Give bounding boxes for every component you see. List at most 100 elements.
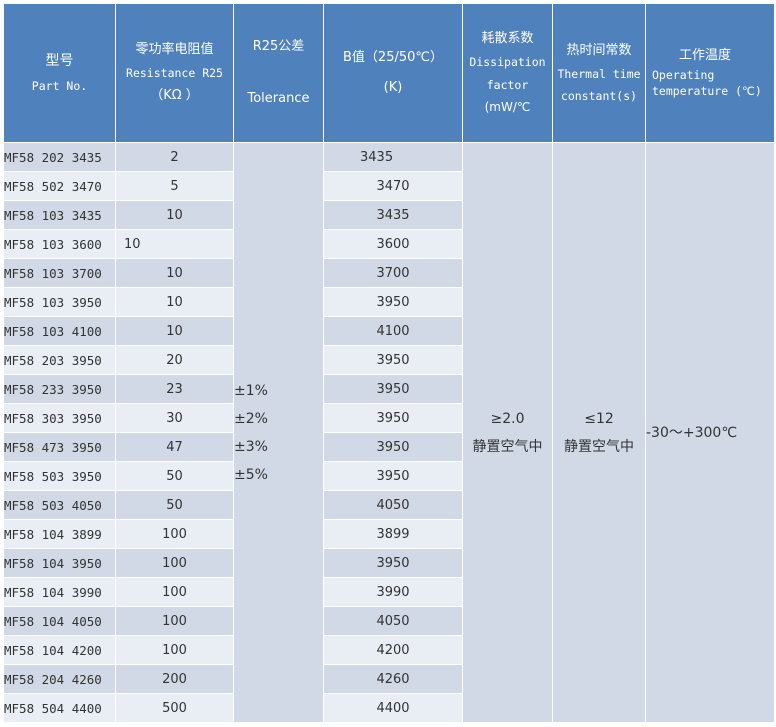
bvalue-cell: 3950 (323, 345, 463, 375)
bvalue-cell: 3435 (323, 200, 463, 230)
bvalue-cell: 4050 (323, 606, 463, 636)
thermal-merged-cell: ≤12 静置空气中 (552, 142, 646, 723)
part-no-cell: MF58 104 3899 (3, 519, 116, 549)
header-resistance: 零功率电阻值 Resistance R25 （KΩ ） (115, 3, 234, 143)
table-row: MF58 202 3435 2 ±1% ±2% ±3% ±5% 3435 ≥2.… (3, 142, 775, 723)
resistance-cell: 10 (115, 287, 234, 317)
resistance-cell: 2 (115, 142, 234, 172)
header-dissipation: 耗散系数 Dissipation factor (mW/℃ (462, 3, 553, 143)
header-operating-en1: Operating (652, 67, 715, 82)
part-no-cell: MF58 103 3950 (3, 287, 116, 317)
resistance-cell: 47 (115, 432, 234, 462)
tolerance-merged-cell: ±1% ±2% ±3% ±5% (233, 142, 324, 723)
resistance-cell: 23 (115, 374, 234, 404)
resistance-cell: 100 (115, 548, 234, 578)
bvalue-cell: 3600 (323, 229, 463, 259)
resistance-cell: 500 (115, 693, 234, 723)
header-dissipation-unit: (mW/℃ (484, 100, 531, 114)
bvalue-text: 3435 (360, 149, 394, 165)
bvalue-cell: 4260 (323, 664, 463, 694)
resistance-cell: 5 (115, 171, 234, 201)
part-no-cell: MF58 204 4260 (3, 664, 116, 694)
operating-merged-cell: -30～+300℃ (645, 142, 775, 723)
bvalue-cell: 3990 (323, 577, 463, 607)
thermal-condition: 静置空气中 (564, 438, 634, 455)
header-operating-en2: temperature (℃) (652, 84, 762, 99)
tolerance-value: ±1% (234, 382, 268, 399)
resistance-cell: 50 (115, 490, 234, 520)
part-no-cell: MF58 233 3950 (3, 374, 116, 404)
header-tolerance-cn: R25公差 (252, 38, 305, 54)
resistance-cell: 100 (115, 577, 234, 607)
bvalue-cell: 4050 (323, 490, 463, 520)
resistance-cell: 100 (115, 635, 234, 665)
dissipation-value: ≥2.0 (490, 410, 525, 427)
resistance-cell: 10 (115, 316, 234, 346)
bvalue-cell: 4200 (323, 635, 463, 665)
header-bvalue-cn: B值（25/50℃） (343, 49, 443, 65)
header-thermal-cn: 热时间常数 (566, 42, 632, 58)
resistance-cell: 20 (115, 345, 234, 375)
header-dissipation-en1: Dissipation (469, 55, 546, 70)
bvalue-cell: 3950 (323, 461, 463, 491)
bvalue-cell: 3899 (323, 519, 463, 549)
header-part-no: 型号 Part No. (3, 3, 116, 143)
part-no-cell: MF58 503 3950 (3, 461, 116, 491)
part-no-cell: MF58 303 3950 (3, 403, 116, 433)
header-bvalue: B值（25/50℃） (K) (323, 3, 463, 143)
bvalue-cell: 3950 (323, 403, 463, 433)
header-part-cn: 型号 (45, 53, 74, 70)
part-no-cell: MF58 504 4400 (3, 693, 116, 723)
thermal-value: ≤12 (584, 410, 614, 427)
spec-table: 型号 Part No. 零功率电阻值 Resistance R25 （KΩ ） … (3, 3, 775, 723)
part-no-cell: MF58 103 3435 (3, 200, 116, 230)
operating-value: -30～+300℃ (646, 424, 738, 441)
header-tolerance: R25公差 Tolerance (233, 3, 324, 143)
tolerance-value: ±2% (234, 410, 268, 427)
header-dissipation-en2: factor (486, 77, 529, 92)
part-no-cell: MF58 203 3950 (3, 345, 116, 375)
header-tolerance-en: Tolerance (247, 91, 310, 106)
header-part-en: Part No. (31, 78, 88, 93)
tolerance-value: ±5% (234, 466, 268, 483)
header-bvalue-unit: (K) (383, 80, 403, 95)
bvalue-cell: 3700 (323, 258, 463, 288)
header-thermal: 热时间常数 Thermal time constant(s) (552, 3, 646, 143)
header-resistance-cn: 零功率电阻值 (135, 41, 214, 57)
tolerance-value: ±3% (234, 438, 268, 455)
header-operating: 工作温度 Operating temperature (℃) (645, 3, 775, 143)
bvalue-cell: 3950 (323, 374, 463, 404)
part-no-cell: MF58 502 3470 (3, 171, 116, 201)
part-no-cell: MF58 202 3435 (3, 142, 116, 172)
resistance-cell: 10 (115, 258, 234, 288)
bvalue-cell: 3950 (323, 287, 463, 317)
header-thermal-en2: constant(s) (560, 89, 638, 104)
part-no-cell: MF58 104 3950 (3, 548, 116, 578)
bvalue-cell: 4400 (323, 693, 463, 723)
header-resistance-unit: （KΩ ） (150, 88, 199, 104)
resistance-cell: 100 (115, 606, 234, 636)
resistance-cell: 50 (115, 461, 234, 491)
resistance-cell: 10 (115, 229, 234, 259)
part-no-cell: MF58 103 3600 (3, 229, 116, 259)
resistance-cell: 100 (115, 519, 234, 549)
header-row: 型号 Part No. 零功率电阻值 Resistance R25 （KΩ ） … (3, 3, 775, 143)
header-resistance-en: Resistance R25 (126, 65, 223, 80)
part-no-cell: MF58 103 3700 (3, 258, 116, 288)
bvalue-cell: 3950 (323, 432, 463, 462)
header-thermal-en1: Thermal time (557, 66, 641, 81)
bvalue-cell: 4100 (323, 316, 463, 346)
resistance-cell: 200 (115, 664, 234, 694)
resistance-cell: 10 (115, 200, 234, 230)
part-no-cell: MF58 473 3950 (3, 432, 116, 462)
dissipation-merged-cell: ≥2.0 静置空气中 (462, 142, 553, 723)
resistance-cell: 30 (115, 403, 234, 433)
bvalue-cell: 3470 (323, 171, 463, 201)
header-dissipation-cn: 耗散系数 (481, 31, 534, 46)
bvalue-cell: 3950 (323, 548, 463, 578)
part-no-cell: MF58 104 4050 (3, 606, 116, 636)
dissipation-condition: 静置空气中 (472, 438, 543, 455)
bvalue-cell: 3435 (323, 142, 463, 172)
part-no-cell: MF58 503 4050 (3, 490, 116, 520)
part-no-cell: MF58 103 4100 (3, 316, 116, 346)
